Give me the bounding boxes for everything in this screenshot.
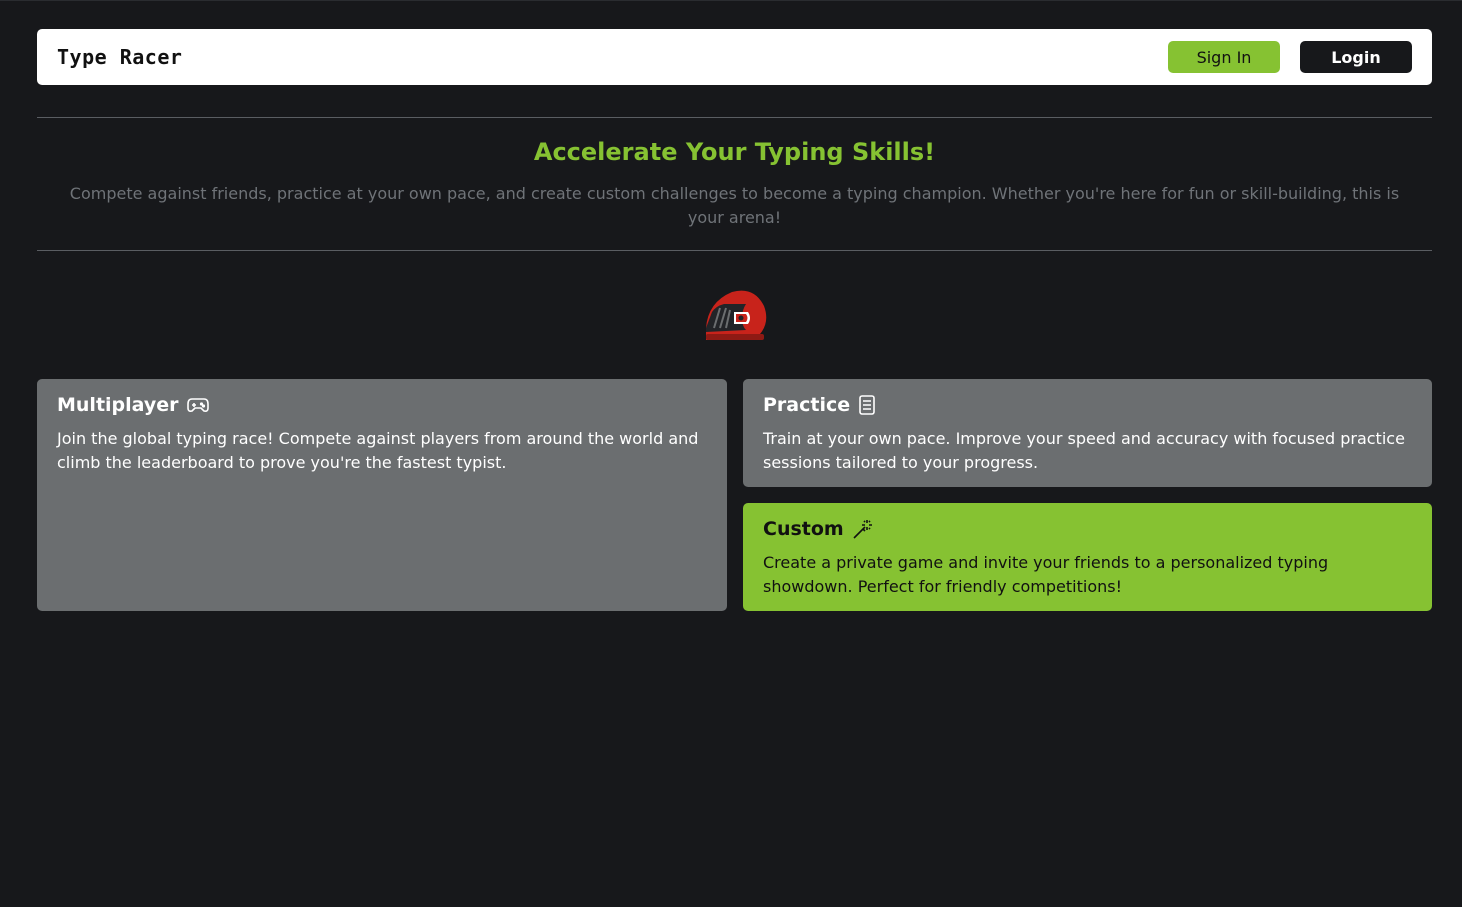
document-icon [858,395,876,415]
custom-title: Custom [763,518,844,540]
hero-title: Accelerate Your Typing Skills! [533,138,936,166]
brand-logo-text[interactable]: Type Racer [57,45,182,69]
practice-title: Practice [763,394,851,416]
sign-in-button[interactable]: Sign In [1168,41,1280,73]
magic-wand-icon [852,518,874,540]
practice-card[interactable]: Practice Train at your own pace. Improve… [743,379,1432,487]
multiplayer-card[interactable]: Multiplayer Join the global typing race!… [37,379,727,611]
hero-subtitle: Compete against friends, practice at you… [69,184,1400,227]
practice-description: Train at your own pace. Improve your spe… [763,429,1405,472]
login-button[interactable]: Login [1300,41,1412,73]
custom-description: Create a private game and invite your fr… [763,553,1329,596]
gamepad-icon [186,397,209,413]
navbar: Type Racer Sign In Login [37,29,1432,85]
practice-card-header: Practice [763,393,1412,417]
custom-card[interactable]: Custom Create a private game and invite … [743,503,1432,611]
hero-divider-bottom [37,250,1432,251]
multiplayer-description: Join the global typing race! Compete aga… [57,429,699,472]
multiplayer-title: Multiplayer [57,394,179,416]
racing-helmet-icon [702,288,768,342]
multiplayer-card-header: Multiplayer [57,393,707,417]
custom-card-header: Custom [763,517,1412,541]
hero-divider-top [37,117,1432,118]
nav-actions: Sign In Login [1168,41,1412,73]
